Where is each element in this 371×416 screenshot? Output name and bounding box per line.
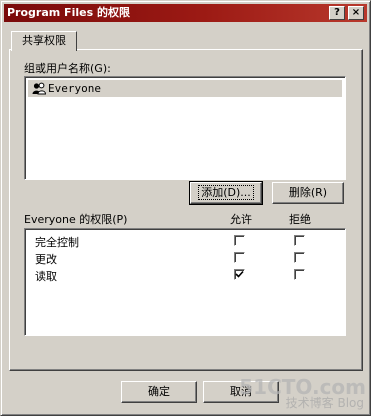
allow-column-header: 允许 [230,213,252,226]
change-deny-checkbox[interactable] [294,252,305,263]
window-title: Program Files 的权限 [7,6,130,19]
full-control-deny-checkbox[interactable] [294,235,305,246]
full-control-allow-checkbox[interactable] [234,235,245,246]
permissions-label: Everyone 的权限(P) [24,213,128,226]
remove-button[interactable]: 删除(R) [272,182,344,204]
permission-row-full-control: 完全控制 [25,232,343,249]
add-button-label: 添加(D)... [198,185,254,200]
tab-share-permissions[interactable]: 共享权限 [11,31,77,51]
user-name: Everyone [48,82,101,95]
change-allow-checkbox[interactable] [234,252,245,263]
read-allow-checkbox[interactable] [234,269,245,280]
permission-name: 更改 [35,253,57,266]
watermark-subtitle: 技术博客 Blog [285,396,364,410]
permission-name: 完全控制 [35,236,79,249]
add-button[interactable]: 添加(D)... [189,181,263,205]
close-button[interactable]: × [348,6,364,20]
users-label: 组或用户名称(G): [24,62,111,75]
tab-panel: 组或用户名称(G): Everyone 添加(D)... 删除(R) Every… [9,49,363,371]
user-list[interactable]: Everyone [24,76,346,180]
list-item-everyone[interactable]: Everyone [28,80,342,97]
permissions-list: 完全控制 更改 读取 [24,228,346,336]
help-button[interactable]: ? [329,6,345,20]
read-deny-checkbox[interactable] [294,269,305,280]
permission-row-change: 更改 [25,249,343,266]
permission-name: 读取 [35,270,57,283]
title-bar[interactable]: Program Files 的权限 ? × [4,4,367,22]
deny-column-header: 拒绝 [289,213,311,226]
checkmark-icon [235,270,244,278]
permission-row-read: 读取 [25,266,343,283]
user-group-icon [32,82,46,95]
permissions-dialog: Program Files 的权限 ? × 共享权限 组或用户名称(G): Ev… [0,0,371,416]
ok-button[interactable]: 确定 [121,381,197,403]
